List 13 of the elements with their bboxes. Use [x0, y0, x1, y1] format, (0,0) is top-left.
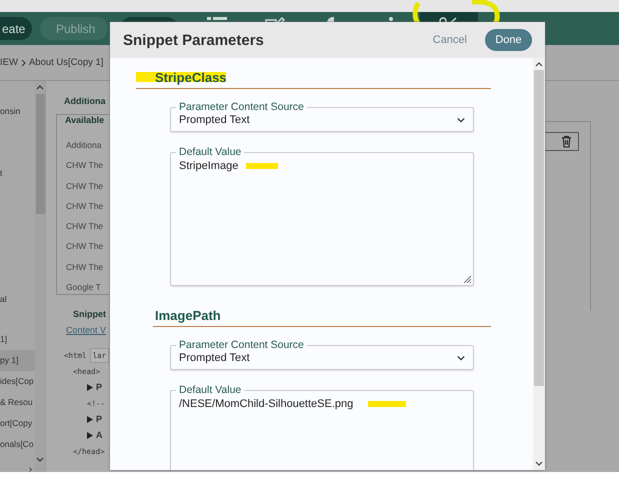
code-text: A: [96, 430, 102, 440]
list-title: Available: [63, 115, 104, 125]
section-heading: Snippet: [73, 309, 107, 319]
code-text: P: [96, 414, 102, 424]
field-label: Parameter Content Source: [178, 101, 305, 113]
field-label: Default Value: [178, 384, 242, 396]
section-heading: Additiona: [64, 96, 106, 106]
dialog-title: Snippet Parameters: [123, 32, 265, 48]
field-label: Parameter Content Source: [178, 339, 305, 351]
code-text: P: [96, 382, 102, 392]
parameter-title: ImagePath: [153, 308, 491, 327]
parameter-title: StripeClass: [136, 70, 491, 89]
field-label: Default Value: [178, 146, 242, 158]
